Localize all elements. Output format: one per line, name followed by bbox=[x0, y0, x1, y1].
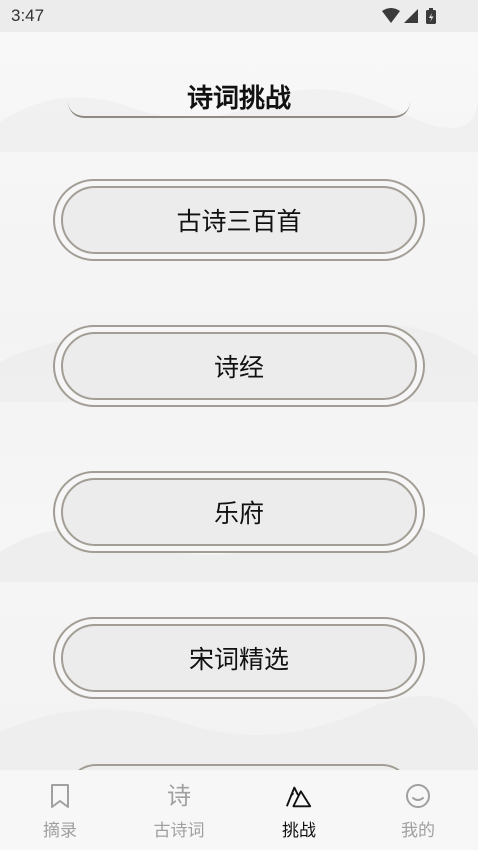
battery-icon bbox=[426, 8, 436, 24]
poem-icon: 诗 bbox=[167, 782, 191, 810]
category-button-tang-poems[interactable]: 古诗三百首 bbox=[53, 179, 425, 261]
category-label: 古诗三百首 bbox=[61, 186, 417, 254]
category-button-song-ci[interactable]: 宋词精选 bbox=[53, 617, 425, 699]
wifi-icon bbox=[382, 8, 400, 23]
category-label: 宋词精选 bbox=[61, 624, 417, 692]
tab-label: 古诗词 bbox=[153, 821, 205, 841]
mountain-icon bbox=[285, 782, 313, 810]
category-button-yuefu[interactable]: 乐府 bbox=[53, 471, 425, 553]
category-button-shijing[interactable]: 诗经 bbox=[53, 325, 425, 407]
challenge-page[interactable]: 诗词挑战 古诗三百首 诗经 乐府 宋词精选 bbox=[0, 32, 478, 770]
tab-poems[interactable]: 诗 古诗词 bbox=[119, 782, 239, 842]
status-icons bbox=[380, 7, 444, 25]
tab-label: 摘录 bbox=[43, 821, 77, 841]
tab-mine[interactable]: 我的 bbox=[358, 782, 478, 842]
bottom-tab-bar: 摘录 诗 古诗词 挑战 我的 bbox=[0, 770, 478, 850]
tab-challenge[interactable]: 挑战 bbox=[239, 782, 359, 842]
tab-label: 我的 bbox=[401, 821, 435, 841]
category-label: 诗经 bbox=[61, 332, 417, 400]
status-bar: 3:47 bbox=[0, 0, 478, 32]
tab-label: 挑战 bbox=[282, 821, 316, 841]
signal-icon bbox=[404, 9, 418, 23]
category-label: 乐府 bbox=[61, 478, 417, 546]
bookmark-icon bbox=[46, 782, 74, 810]
title-scroll-edge bbox=[68, 102, 410, 118]
status-time: 3:47 bbox=[11, 6, 45, 25]
tab-excerpts[interactable]: 摘录 bbox=[0, 782, 120, 842]
smile-icon bbox=[404, 782, 432, 810]
